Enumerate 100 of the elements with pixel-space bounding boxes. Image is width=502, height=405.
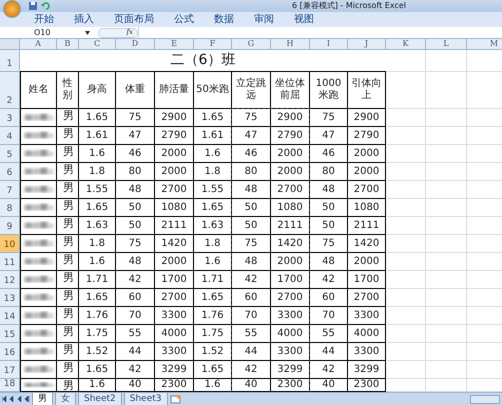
row-header[interactable]: 9 bbox=[0, 217, 20, 235]
row-header[interactable]: 16 bbox=[0, 343, 20, 361]
sheet-tab[interactable]: 男 bbox=[32, 393, 53, 405]
table-cell: 1.6 bbox=[89, 256, 105, 266]
row-header[interactable]: 17 bbox=[0, 361, 20, 379]
sheet-navigation-icon[interactable] bbox=[2, 396, 30, 402]
column-heading: 50米跑 bbox=[195, 84, 230, 96]
select-all-corner[interactable] bbox=[0, 39, 20, 49]
row-header[interactable]: 4 bbox=[0, 127, 20, 145]
empty-cell[interactable] bbox=[386, 127, 426, 145]
table-cell: 1.65 bbox=[201, 292, 224, 302]
empty-cell[interactable] bbox=[426, 109, 467, 127]
ribbon-tab[interactable]: 数据 bbox=[214, 14, 234, 24]
column-header[interactable]: L bbox=[426, 39, 467, 49]
empty-cell[interactable] bbox=[386, 361, 426, 379]
ribbon-tab[interactable]: 公式 bbox=[174, 14, 194, 24]
insert-sheet-icon[interactable] bbox=[170, 394, 182, 404]
table-cell: 1420 bbox=[161, 238, 187, 248]
table-cell: 1.65 bbox=[86, 364, 108, 374]
table-cell: 1.65 bbox=[201, 202, 224, 212]
sheet-tab[interactable]: Sheet3 bbox=[124, 393, 168, 405]
empty-cell[interactable] bbox=[426, 253, 467, 271]
row-header[interactable]: 10 bbox=[0, 235, 20, 253]
save-icon[interactable] bbox=[29, 2, 37, 10]
empty-cell[interactable] bbox=[426, 181, 467, 199]
empty-cell[interactable] bbox=[386, 307, 426, 325]
row-header[interactable]: 14 bbox=[0, 307, 20, 325]
horizontal-scrollbar[interactable] bbox=[470, 394, 500, 404]
empty-cell[interactable] bbox=[386, 325, 426, 343]
table-cell: 75 bbox=[322, 112, 335, 122]
row-header[interactable]: 6 bbox=[0, 163, 20, 181]
column-header[interactable]: H bbox=[271, 39, 310, 49]
empty-cell[interactable] bbox=[386, 343, 426, 361]
empty-cell[interactable] bbox=[386, 253, 426, 271]
empty-cell[interactable] bbox=[426, 325, 467, 343]
row-header[interactable]: 12 bbox=[0, 271, 20, 289]
ribbon-tab[interactable]: 插入 bbox=[74, 14, 94, 24]
column-header[interactable]: I bbox=[310, 39, 348, 49]
column-header[interactable]: C bbox=[79, 39, 116, 49]
row-header[interactable]: 2 bbox=[0, 72, 20, 109]
table-cell: 47 bbox=[128, 130, 142, 140]
column-header[interactable]: E bbox=[155, 39, 194, 49]
ribbon-tab[interactable]: 审阅 bbox=[254, 14, 274, 24]
empty-cell[interactable] bbox=[386, 289, 426, 307]
column-header[interactable]: B bbox=[57, 39, 79, 49]
row-header[interactable]: 13 bbox=[0, 289, 20, 307]
row-header[interactable]: 7 bbox=[0, 181, 20, 199]
ribbon-tab[interactable]: 视图 bbox=[294, 14, 314, 24]
sheet-tab[interactable]: 女 bbox=[55, 393, 76, 405]
empty-cell[interactable] bbox=[386, 50, 426, 72]
row-header[interactable]: 5 bbox=[0, 145, 20, 163]
empty-cell[interactable] bbox=[386, 217, 426, 235]
office-button-icon[interactable] bbox=[3, 0, 21, 18]
empty-cell[interactable] bbox=[426, 217, 467, 235]
column-header[interactable]: F bbox=[194, 39, 232, 49]
empty-cell[interactable] bbox=[426, 271, 467, 289]
empty-cell[interactable] bbox=[386, 235, 426, 253]
table-cell: 2700 bbox=[277, 184, 303, 194]
empty-cell[interactable] bbox=[386, 181, 426, 199]
column-header[interactable]: D bbox=[116, 39, 155, 49]
row-header[interactable]: 8 bbox=[0, 199, 20, 217]
empty-cell[interactable] bbox=[426, 127, 467, 145]
dropdown-arrow-icon[interactable] bbox=[85, 30, 90, 34]
empty-cell[interactable] bbox=[426, 50, 467, 72]
row-header[interactable]: 15 bbox=[0, 325, 20, 343]
ribbon-tab[interactable]: 页面布局 bbox=[114, 14, 154, 24]
empty-cell[interactable] bbox=[386, 199, 426, 217]
table-cell: 50 bbox=[244, 202, 258, 212]
table-cell: 1.6 bbox=[204, 380, 220, 390]
row-header[interactable]: 18 bbox=[0, 379, 20, 392]
empty-cell[interactable] bbox=[426, 361, 467, 379]
empty-cell[interactable] bbox=[426, 307, 467, 325]
column-header[interactable]: A bbox=[20, 39, 57, 49]
column-header[interactable]: K bbox=[386, 39, 426, 49]
empty-cell[interactable] bbox=[386, 145, 426, 163]
empty-cell[interactable] bbox=[426, 199, 467, 217]
table-cell: 1420 bbox=[354, 238, 380, 248]
row-header[interactable]: 11 bbox=[0, 253, 20, 271]
ribbon-tab[interactable]: 开始 bbox=[34, 14, 54, 24]
column-header[interactable]: G bbox=[232, 39, 271, 49]
empty-cell[interactable] bbox=[386, 163, 426, 181]
table-cell: 1.75 bbox=[201, 328, 224, 338]
row-header[interactable]: 3 bbox=[0, 109, 20, 127]
name-box[interactable]: O10 bbox=[0, 27, 80, 38]
empty-cell[interactable] bbox=[426, 235, 467, 253]
empty-cell[interactable] bbox=[386, 72, 426, 109]
undo-icon[interactable] bbox=[41, 2, 50, 10]
table-cell-text: 男 bbox=[62, 254, 74, 265]
column-header[interactable]: M bbox=[467, 39, 502, 49]
empty-cell[interactable] bbox=[426, 289, 467, 307]
column-header[interactable]: J bbox=[348, 39, 386, 49]
empty-cell[interactable] bbox=[426, 163, 467, 181]
table-cell: 48 bbox=[128, 256, 142, 266]
empty-cell[interactable] bbox=[426, 72, 467, 109]
empty-cell[interactable] bbox=[426, 145, 467, 163]
row-header[interactable]: 1 bbox=[0, 50, 20, 72]
empty-cell[interactable] bbox=[386, 109, 426, 127]
sheet-tab[interactable]: Sheet2 bbox=[78, 393, 122, 405]
empty-cell[interactable] bbox=[386, 271, 426, 289]
empty-cell[interactable] bbox=[426, 343, 467, 361]
